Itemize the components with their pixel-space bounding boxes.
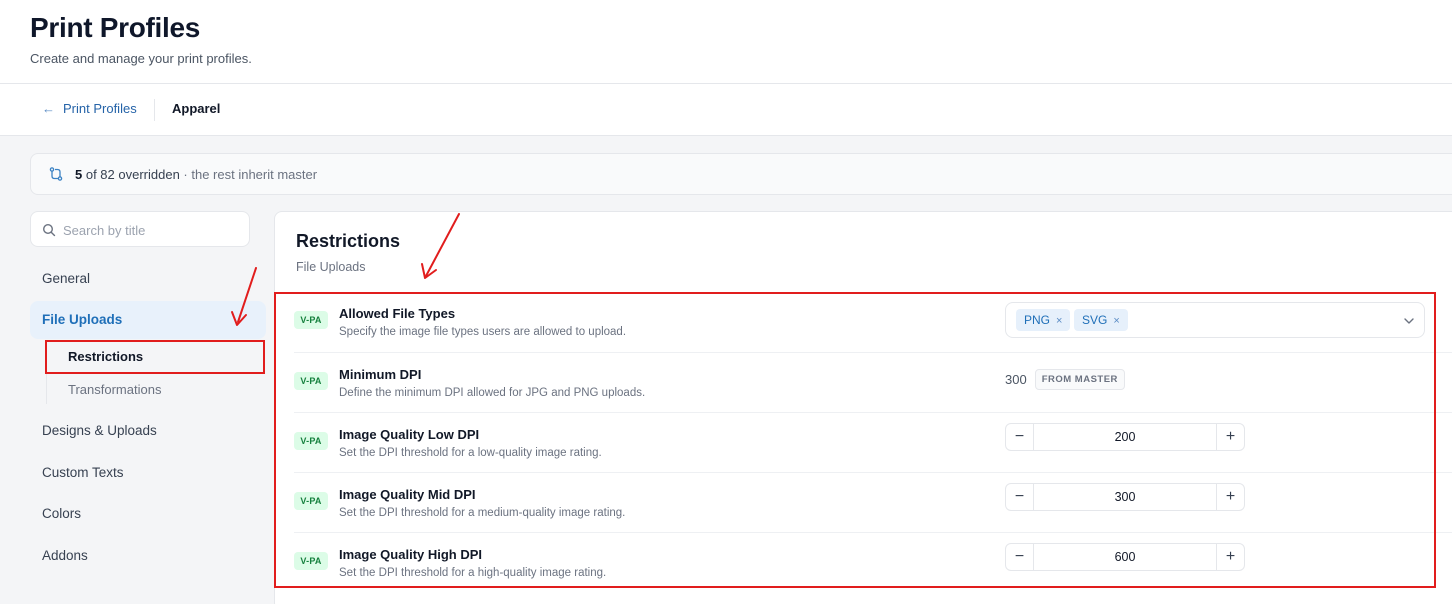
page-header: Print Profiles Create and manage your pr… [0, 0, 1452, 84]
scope-badge: V-PA [294, 311, 328, 329]
breadcrumb-back-label: Print Profiles [63, 101, 137, 116]
setting-row-high-dpi: V-PA Image Quality High DPI Set the DPI … [294, 532, 1452, 592]
page-title: Print Profiles [30, 12, 201, 43]
page-subtitle: Create and manage your print profiles. [30, 51, 252, 66]
override-total: of 82 overridden [82, 167, 180, 182]
setting-row-minimum-dpi: V-PA Minimum DPI Define the minimum DPI … [294, 352, 1452, 412]
breadcrumb-divider [154, 99, 155, 121]
scope-badge: V-PA [294, 372, 328, 390]
search-box [30, 211, 250, 247]
decrement-button[interactable]: − [1006, 484, 1034, 510]
setting-description: Set the DPI threshold for a medium-quali… [339, 507, 626, 519]
sidebar-subitem-restrictions[interactable]: Restrictions [68, 349, 143, 364]
inherited-value-number: 300 [1005, 372, 1027, 387]
breadcrumb: ← Print Profiles Apparel [0, 84, 1452, 136]
mid-dpi-stepper: − 300 + [1005, 483, 1245, 511]
sidebar-item-addons[interactable]: Addons [42, 548, 88, 563]
setting-row-mid-dpi: V-PA Image Quality Mid DPI Set the DPI t… [294, 472, 1452, 532]
chip-label: SVG [1082, 313, 1108, 327]
scope-badge: V-PA [294, 552, 328, 570]
file-type-chip-png: PNG × [1016, 309, 1071, 331]
file-type-chip-svg: SVG × [1074, 309, 1128, 331]
sidebar-item-file-uploads[interactable]: File Uploads [30, 301, 266, 339]
git-branch-icon [49, 167, 63, 181]
from-master-tag: FROM MASTER [1034, 369, 1125, 390]
inherited-value: 300 FROM MASTER [1005, 369, 1125, 390]
sidebar-item-colors[interactable]: Colors [42, 506, 81, 521]
increment-button[interactable]: + [1216, 544, 1244, 570]
decrement-button[interactable]: − [1006, 544, 1034, 570]
setting-title: Image Quality High DPI [339, 547, 483, 562]
increment-button[interactable]: + [1216, 424, 1244, 450]
chevron-down-icon [1404, 318, 1414, 324]
subnav-divider [46, 342, 47, 404]
decrement-button[interactable]: − [1006, 424, 1034, 450]
setting-row-low-dpi: V-PA Image Quality Low DPI Set the DPI t… [294, 412, 1452, 472]
remove-chip-icon[interactable]: × [1056, 315, 1062, 327]
override-banner: 5 of 82 overridden · the rest inherit ma… [30, 153, 1452, 195]
setting-title: Image Quality Low DPI [339, 427, 480, 442]
section-subtitle: File Uploads [296, 260, 366, 274]
increment-button[interactable]: + [1216, 484, 1244, 510]
override-rest: · the rest inherit master [179, 167, 318, 182]
breadcrumb-back-link[interactable]: ← Print Profiles [42, 101, 137, 116]
setting-description: Define the minimum DPI allowed for JPG a… [339, 387, 646, 399]
arrow-left-icon: ← [42, 101, 55, 116]
setting-description: Set the DPI threshold for a high-quality… [339, 567, 607, 579]
file-types-select[interactable]: PNG × SVG × [1005, 302, 1425, 338]
override-summary: 5 of 82 overridden · the rest inherit ma… [75, 167, 317, 182]
sidebar-item-custom-texts[interactable]: Custom Texts [42, 465, 124, 480]
setting-row-allowed-file-types: V-PA Allowed File Types Specify the imag… [294, 292, 1452, 352]
search-icon [42, 223, 56, 237]
stepper-value[interactable]: 200 [1034, 424, 1216, 450]
sidebar-item-label: File Uploads [42, 312, 123, 327]
setting-description: Specify the image file types users are a… [339, 326, 627, 338]
stepper-value[interactable]: 600 [1034, 544, 1216, 570]
high-dpi-stepper: − 600 + [1005, 543, 1245, 571]
search-input[interactable] [63, 220, 243, 240]
scope-badge: V-PA [294, 432, 328, 450]
scope-badge: V-PA [294, 492, 328, 510]
sidebar-item-general[interactable]: General [42, 271, 90, 286]
setting-title: Minimum DPI [339, 367, 422, 382]
remove-chip-icon[interactable]: × [1113, 315, 1119, 327]
breadcrumb-current: Apparel [172, 101, 221, 116]
setting-title: Image Quality Mid DPI [339, 487, 476, 502]
stepper-value[interactable]: 300 [1034, 484, 1216, 510]
sidebar-subitem-transformations[interactable]: Transformations [68, 382, 161, 397]
setting-title: Allowed File Types [339, 306, 456, 321]
chip-label: PNG [1024, 313, 1051, 327]
sidebar-item-designs-uploads[interactable]: Designs & Uploads [42, 423, 157, 438]
setting-description: Set the DPI threshold for a low-quality … [339, 447, 602, 459]
section-title: Restrictions [296, 231, 401, 251]
low-dpi-stepper: − 200 + [1005, 423, 1245, 451]
